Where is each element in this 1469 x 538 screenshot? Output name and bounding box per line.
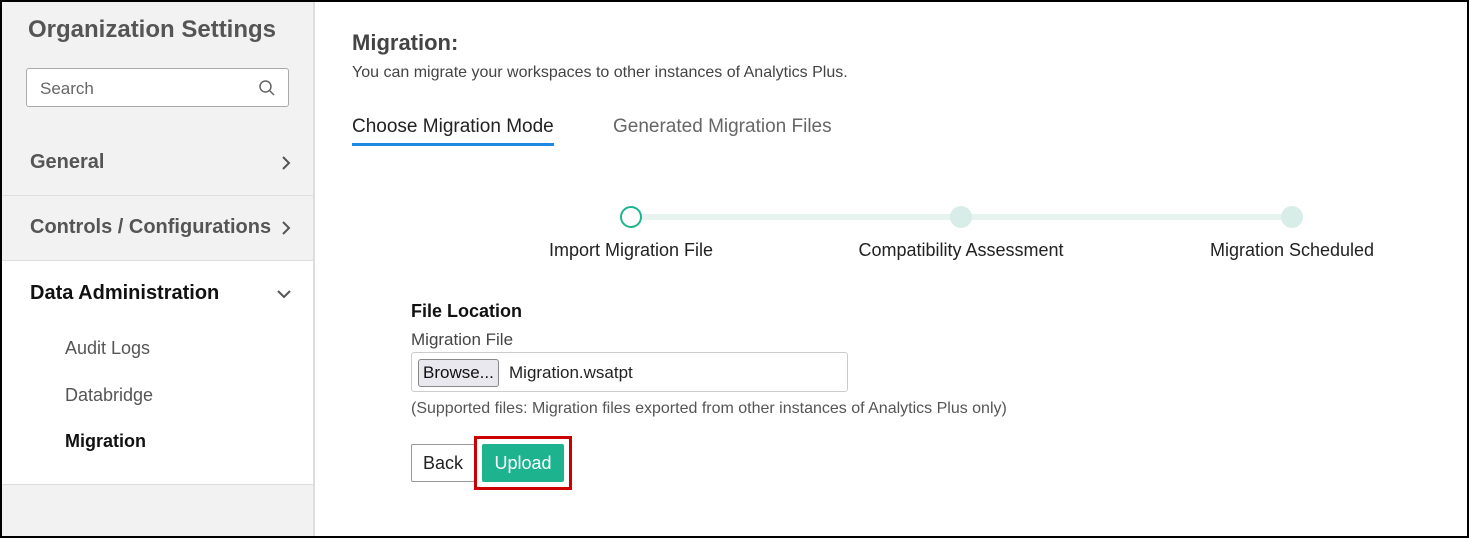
sidebar-section-data-administration: Data Administration Audit Logs Databridg… <box>0 261 313 485</box>
chevron-down-icon[interactable] <box>276 289 292 299</box>
sidebar-subitem-databridge[interactable]: Databridge <box>65 385 153 406</box>
sidebar-item-label: Controls / Configurations <box>30 216 272 238</box>
back-button[interactable]: Back <box>411 444 475 482</box>
sidebar: Organization Settings Search General Con… <box>0 0 315 538</box>
sidebar-item-label: General <box>30 151 105 173</box>
sidebar-subitem-audit-logs[interactable]: Audit Logs <box>65 338 150 359</box>
file-input[interactable]: Browse... Migration.wsatpt <box>411 352 848 392</box>
search-icon <box>259 80 275 96</box>
page-title: Migration: <box>352 30 459 55</box>
browse-button[interactable]: Browse... <box>418 359 499 387</box>
chevron-right-icon <box>282 221 291 235</box>
sidebar-subitem-migration[interactable]: Migration <box>65 431 146 452</box>
supported-files-hint: (Supported files: Migration files export… <box>411 400 1007 417</box>
tab-generated-migration-files[interactable]: Generated Migration Files <box>613 116 832 143</box>
page-description: You can migrate your workspaces to other… <box>352 64 848 81</box>
file-name: Migration.wsatpt <box>509 363 633 382</box>
sidebar-item-controls[interactable]: Controls / Configurations <box>0 196 313 261</box>
search-placeholder: Search <box>40 79 94 98</box>
sidebar-title: Organization Settings <box>28 16 277 43</box>
upload-button[interactable]: Upload <box>482 444 564 482</box>
step-label: Import Migration File <box>548 240 714 260</box>
step-indicator <box>950 206 972 228</box>
chevron-right-icon <box>282 156 291 170</box>
sidebar-item-general[interactable]: General <box>0 131 313 196</box>
tab-choose-migration-mode[interactable]: Choose Migration Mode <box>352 116 554 146</box>
field-label: Migration File <box>411 330 514 349</box>
section-heading: File Location <box>411 301 523 321</box>
sidebar-item-data-administration[interactable]: Data Administration <box>30 282 219 305</box>
step-indicator <box>1281 206 1303 228</box>
search-input[interactable]: Search <box>26 68 289 107</box>
step-indicator-current <box>620 206 642 228</box>
step-label: Compatibility Assessment <box>858 240 1064 260</box>
step-label: Migration Scheduled <box>1209 240 1375 260</box>
